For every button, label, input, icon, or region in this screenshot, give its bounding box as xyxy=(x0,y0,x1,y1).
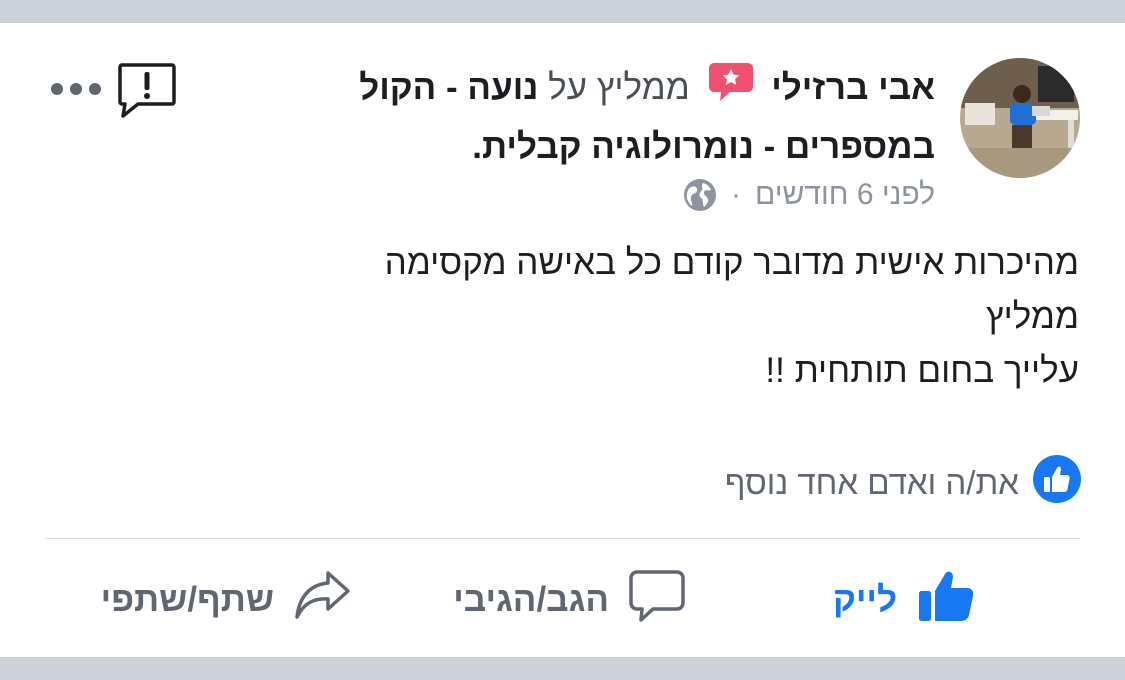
like-reaction-icon xyxy=(1033,455,1081,511)
meta-separator: · xyxy=(730,178,741,211)
share-button[interactable]: שתף/שתפי xyxy=(101,568,350,632)
recommend-badge-icon xyxy=(708,61,754,119)
more-options-icon[interactable] xyxy=(48,78,104,100)
post-body: מהיכרות אישית מדובר קודם כל באישה מקסימה… xyxy=(179,236,1079,398)
recommends-text: ממליץ על xyxy=(548,68,690,107)
avatar-photo xyxy=(960,58,1080,178)
author-avatar[interactable] xyxy=(960,58,1080,178)
author-name[interactable]: אבי ברזילי xyxy=(771,68,935,107)
comment-button[interactable]: הגב/הגיבי xyxy=(453,568,685,632)
comment-icon xyxy=(629,569,685,632)
post-body-line: מהיכרות אישית מדובר קודם כל באישה מקסימה xyxy=(384,243,1079,282)
report-icon[interactable] xyxy=(118,62,176,120)
actions-divider xyxy=(45,538,1080,539)
post-body-line: עלייך בחום תותחית !! xyxy=(765,351,1079,390)
reactions-text: את/ה ואדם אחד נוסף xyxy=(724,464,1019,501)
globe-icon xyxy=(683,178,717,212)
comment-label: הגב/הגיבי xyxy=(453,580,609,619)
share-arrow-icon xyxy=(294,569,350,632)
share-label: שתף/שתפי xyxy=(100,580,274,619)
like-button[interactable]: לייק xyxy=(833,568,975,632)
post-header: אבי ברזילי ממליץ על נועה - הקול במספרים … xyxy=(295,60,935,174)
like-label: לייק xyxy=(832,580,897,619)
thumbs-up-icon xyxy=(917,569,975,632)
post-meta: לפני 6 חודשים · xyxy=(683,178,935,212)
post-timestamp[interactable]: לפני 6 חודשים xyxy=(755,178,935,212)
reactions-summary[interactable]: את/ה ואדם אחד נוסף xyxy=(725,455,1081,511)
post-body-line: ממליץ xyxy=(985,297,1079,336)
